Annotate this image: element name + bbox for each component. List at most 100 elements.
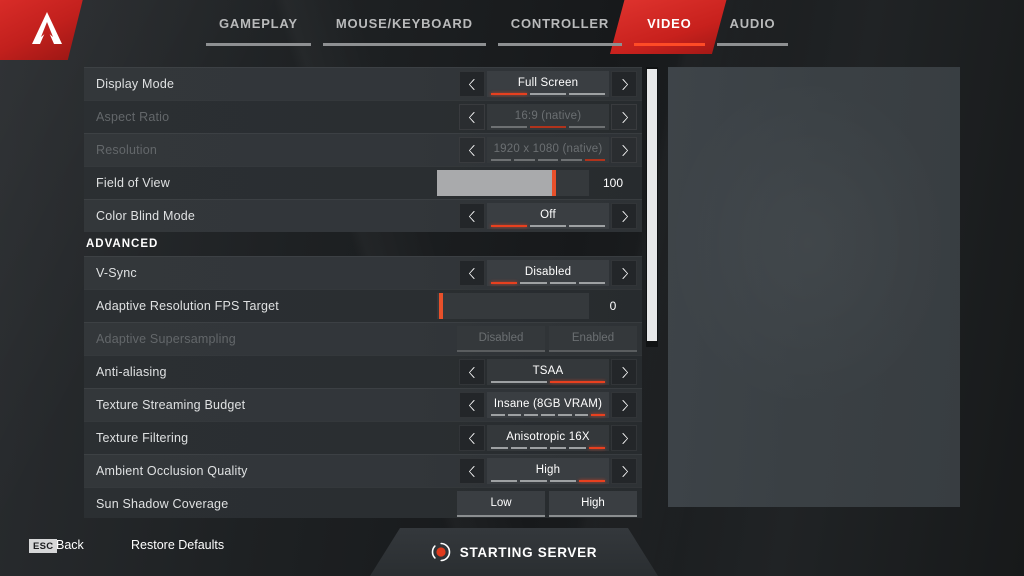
setting-row[interactable]: V-Sync Disabled (84, 256, 642, 289)
indicator-segment (491, 159, 512, 161)
tab-video[interactable]: VIDEO (610, 0, 729, 54)
server-status-plate: STARTING SERVER (370, 528, 658, 576)
tab-controller[interactable]: CONTROLLER (492, 0, 628, 46)
setting-label: Ambient Occlusion Quality (96, 464, 248, 478)
indicator-segment (569, 93, 605, 95)
chevron-left-icon[interactable] (459, 104, 485, 130)
tab-label: AUDIO (729, 15, 776, 31)
setting-value-box[interactable]: Off (487, 203, 609, 229)
value-position-indicator (491, 447, 605, 449)
toggle-control: Disabled Enabled (457, 323, 642, 355)
settings-tabs: GAMEPLAY MOUSE/KEYBOARD CONTROLLER VIDEO AUD… (200, 0, 795, 54)
footer-bar: ESC Back Restore Defaults STARTING SERVE… (0, 518, 1024, 576)
setting-value-box[interactable]: 1920 x 1080 (native) (487, 137, 609, 163)
setting-row: Adaptive Supersampling Disabled Enabled (84, 322, 642, 355)
setting-row[interactable]: Sun Shadow Coverage Low High (84, 487, 642, 518)
settings-scrollbar[interactable] (646, 67, 658, 347)
indicator-segment (549, 381, 605, 383)
value-position-indicator (491, 414, 606, 416)
chevron-right-icon[interactable] (611, 425, 637, 451)
value-position-indicator (491, 93, 605, 95)
chevron-right-icon[interactable] (611, 392, 637, 418)
chevron-left-icon[interactable] (459, 359, 485, 385)
setting-value-text: Anisotropic 16X (506, 430, 590, 443)
setting-row[interactable]: Ambient Occlusion Quality High (84, 454, 642, 487)
indicator-segment (524, 414, 539, 416)
setting-row[interactable]: Color Blind Mode Off (84, 199, 642, 232)
chevron-right-icon[interactable] (611, 104, 637, 130)
advanced-section-header: ADVANCED (86, 238, 159, 250)
value-position-indicator (491, 159, 606, 161)
setting-label: Color Blind Mode (96, 209, 196, 223)
chevron-left-icon[interactable] (459, 260, 485, 286)
indicator-segment (549, 282, 576, 284)
toggle-option-button[interactable]: Disabled (457, 326, 545, 352)
chevron-right-icon[interactable] (611, 458, 637, 484)
setting-row[interactable]: Field of View 100 (84, 166, 642, 199)
setting-row[interactable]: Display Mode Full Screen (84, 67, 642, 100)
chevron-left-icon[interactable] (459, 425, 485, 451)
slider-track[interactable] (437, 170, 589, 196)
indicator-segment (491, 282, 518, 284)
stepper-control: 1920 x 1080 (native) (459, 134, 642, 166)
setting-value-box[interactable]: 16:9 (native) (487, 104, 609, 130)
setting-value-box[interactable]: Insane (8GB VRAM) (487, 392, 609, 418)
setting-value-text: 16:9 (native) (514, 109, 582, 122)
chevron-right-icon[interactable] (611, 260, 637, 286)
chevron-right-icon[interactable] (611, 71, 637, 97)
toggle-option-button[interactable]: Low (457, 491, 545, 517)
indicator-segment (491, 126, 527, 128)
stepper-control: Insane (8GB VRAM) (459, 389, 642, 421)
indicator-segment (549, 447, 566, 449)
setting-row[interactable]: Texture Streaming Budget Insane (8GB VRAM… (84, 388, 642, 421)
indicator-segment (569, 225, 605, 227)
tab-gameplay[interactable]: GAMEPLAY (200, 0, 317, 46)
indicator-segment (491, 381, 547, 383)
back-button[interactable]: Back (56, 538, 84, 552)
tab-mouse-keyboard[interactable]: MOUSE/KEYBOARD (317, 0, 492, 46)
chevron-left-icon[interactable] (459, 458, 485, 484)
chevron-left-icon[interactable] (459, 71, 485, 97)
chevron-right-icon[interactable] (611, 137, 637, 163)
setting-row[interactable]: Anti-aliasing TSAA (84, 355, 642, 388)
setting-value-box[interactable]: High (487, 458, 609, 484)
value-position-indicator (491, 126, 605, 128)
setting-value-text: Off (540, 208, 556, 221)
slider-track[interactable] (437, 293, 589, 319)
stepper-control: Anisotropic 16X (459, 422, 642, 454)
setting-row[interactable]: Texture Filtering Anisotropic 16X (84, 421, 642, 454)
toggle-option-button[interactable]: Enabled (549, 326, 637, 352)
stepper-control: Disabled (459, 257, 642, 289)
apex-chevron-mark-icon (32, 12, 62, 44)
slider-handle[interactable] (439, 293, 443, 319)
indicator-segment (491, 447, 508, 449)
chevron-right-icon[interactable] (611, 203, 637, 229)
setting-value-text: High (535, 463, 561, 476)
setting-row[interactable]: Adaptive Resolution FPS Target 0 (84, 289, 642, 322)
tab-label: VIDEO (647, 15, 692, 31)
indicator-segment (491, 480, 518, 482)
slider-handle[interactable] (552, 170, 557, 196)
indicator-segment (541, 414, 555, 416)
indicator-segment (510, 447, 527, 449)
indicator-segment (491, 93, 527, 95)
indicator-segment (520, 282, 547, 284)
indicator-segment (557, 414, 572, 416)
setting-value-box[interactable]: Full Screen (487, 71, 609, 97)
tab-label: MOUSE/KEYBOARD (335, 15, 473, 31)
setting-value-box[interactable]: Disabled (487, 260, 609, 286)
setting-value-box[interactable]: Anisotropic 16X (487, 425, 609, 451)
chevron-left-icon[interactable] (459, 203, 485, 229)
tab-audio[interactable]: AUDIO (711, 0, 795, 46)
setting-row: Resolution 1920 x 1080 (native) (84, 133, 642, 166)
tab-label: GAMEPLAY (219, 15, 298, 31)
restore-defaults-button[interactable]: Restore Defaults (131, 538, 224, 552)
toggle-option-button[interactable]: High (549, 491, 637, 517)
scrollbar-thumb[interactable] (647, 69, 657, 341)
setting-label: V-Sync (96, 266, 137, 280)
setting-value-box[interactable]: TSAA (487, 359, 609, 385)
chevron-right-icon[interactable] (611, 359, 637, 385)
indicator-segment (584, 159, 606, 161)
chevron-left-icon[interactable] (459, 137, 485, 163)
chevron-left-icon[interactable] (459, 392, 485, 418)
